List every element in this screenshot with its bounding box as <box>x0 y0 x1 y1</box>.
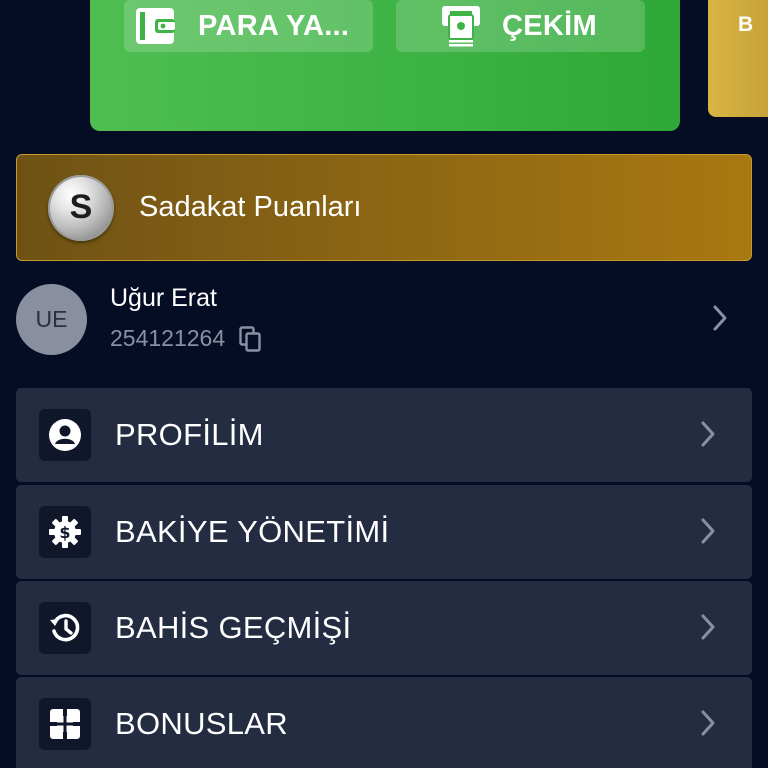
menu-item-bonuses[interactable]: BONUSLAR <box>16 677 752 768</box>
loyalty-coin-letter: S <box>69 188 93 226</box>
svg-text:$: $ <box>59 523 70 542</box>
loyalty-coin-icon: S <box>48 174 114 241</box>
side-card-letter: B <box>738 13 754 36</box>
account-circle-icon <box>39 409 91 461</box>
bonus-gift-icon <box>39 698 91 750</box>
wallet-icon <box>134 5 176 47</box>
account-menu-page: PARA YA... ÇEKİM B S Sadakat Puanları UE… <box>0 0 768 768</box>
menu-item-profile[interactable]: PROFİLİM <box>16 388 752 482</box>
avatar-initials: UE <box>35 306 68 332</box>
user-id-row: 254121264 <box>110 325 261 352</box>
chevron-right-icon <box>700 709 716 742</box>
deposit-label: PARA YA... <box>198 9 350 42</box>
menu-item-bet-history[interactable]: BAHİS GEÇMİŞİ <box>16 581 752 675</box>
menu-item-label: BONUSLAR <box>115 706 288 741</box>
loyalty-points-banner[interactable]: S Sadakat Puanları <box>16 154 752 261</box>
cash-withdraw-icon <box>440 5 482 47</box>
side-card-peek[interactable]: B <box>708 0 768 117</box>
deposit-button[interactable]: PARA YA... <box>124 0 373 52</box>
history-icon <box>39 602 91 654</box>
withdraw-button[interactable]: ÇEKİM <box>396 0 645 52</box>
user-id: 254121264 <box>110 325 226 351</box>
copy-icon[interactable] <box>239 325 261 352</box>
chevron-right-icon <box>712 304 728 337</box>
menu-item-label: PROFİLİM <box>115 417 264 452</box>
withdraw-label: ÇEKİM <box>502 9 597 42</box>
loyalty-title: Sadakat Puanları <box>139 191 362 223</box>
menu-item-label: BAHİS GEÇMİŞİ <box>115 610 352 645</box>
chevron-right-icon <box>700 517 716 550</box>
menu-item-label: BAKİYE YÖNETİMİ <box>115 514 390 549</box>
balance-settings-icon: $ <box>39 506 91 558</box>
user-name: Uğur Erat <box>110 284 217 312</box>
chevron-right-icon <box>700 420 716 453</box>
menu-item-balance-management[interactable]: $ BAKİYE YÖNETİMİ <box>16 485 752 579</box>
user-summary-row[interactable]: UE Uğur Erat 254121264 <box>16 280 752 360</box>
avatar: UE <box>16 284 87 355</box>
wallet-card: PARA YA... ÇEKİM <box>90 0 680 131</box>
chevron-right-icon <box>700 613 716 646</box>
